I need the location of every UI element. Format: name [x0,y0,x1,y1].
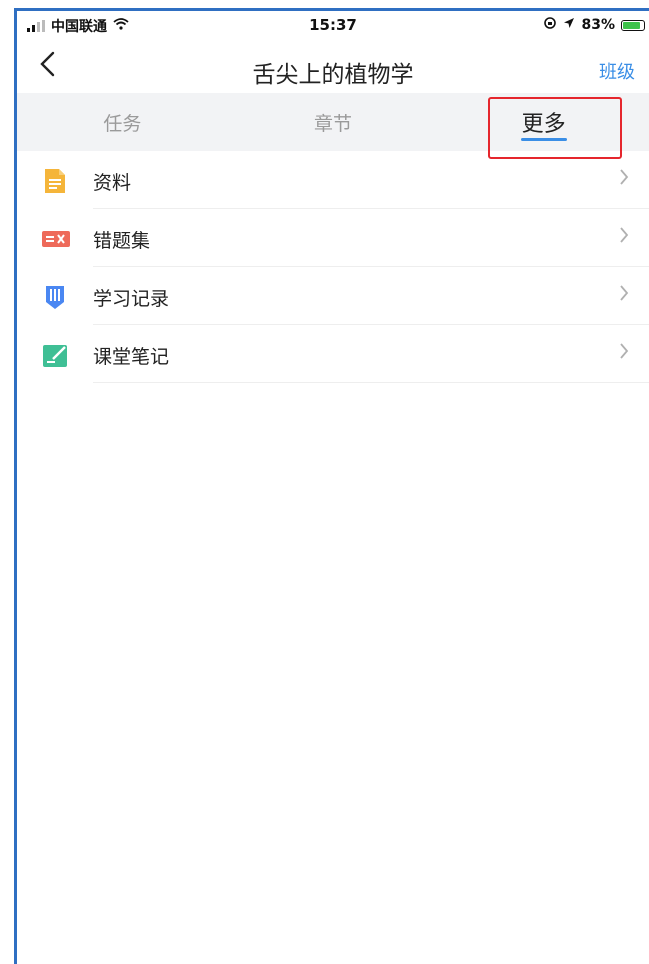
navigation-bar: 舌尖上的植物学 班级 [17,41,649,93]
phone-screen: 中国联通 15:37 83% 舌尖上的植物学 班级 任务 章节 更多 资料 错题… [17,11,649,964]
note-icon [41,341,69,367]
menu-item-materials[interactable]: 资料 [17,151,649,209]
chevron-right-icon [619,167,629,191]
status-bar: 中国联通 15:37 83% [17,11,649,41]
tab-chapters-label: 章节 [314,113,353,135]
menu-item-class-notes[interactable]: 课堂笔记 [17,325,649,383]
battery-icon [621,19,645,31]
status-right: 83% [543,16,645,34]
error-book-icon [41,225,70,251]
menu-item-study-record[interactable]: 学习记录 [17,267,649,325]
chevron-right-icon [619,283,629,307]
menu-item-error-book[interactable]: 错题集 [17,209,649,267]
orientation-lock-icon [543,16,557,34]
study-record-icon [41,283,69,309]
tab-tasks-label: 任务 [103,113,142,135]
location-icon [563,17,575,33]
tab-chapters[interactable]: 章节 [228,93,439,151]
menu-item-label: 课堂笔记 [93,346,170,368]
battery-percent: 83% [581,17,615,33]
menu-item-label: 学习记录 [93,288,170,310]
class-button[interactable]: 班级 [599,58,635,84]
chevron-right-icon [619,341,629,365]
more-menu-list: 资料 错题集 学习记录 课堂笔记 [17,151,649,383]
document-icon [41,167,69,193]
page-title: 舌尖上的植物学 [252,62,414,88]
chevron-right-icon [619,225,629,249]
highlight-annotation-box [488,97,622,159]
menu-item-label: 错题集 [93,230,151,252]
menu-item-label: 资料 [93,172,132,194]
tab-tasks[interactable]: 任务 [17,93,228,151]
